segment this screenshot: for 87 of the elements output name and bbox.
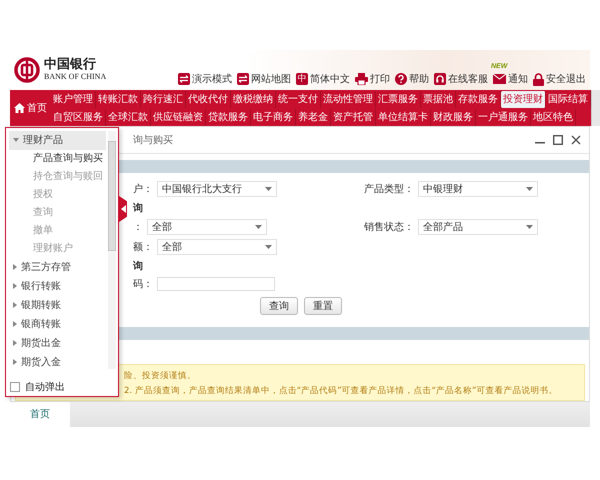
nav-menu-item[interactable]: 自贸区服务	[51, 108, 106, 126]
close-icon[interactable]	[571, 135, 581, 145]
nav-menu-item[interactable]: 资产托管	[331, 108, 376, 126]
triangle-icon	[13, 137, 19, 143]
nav-menu-item[interactable]: 单位结算卡	[376, 108, 431, 126]
language-icon: 中	[296, 73, 308, 85]
home-link[interactable]: 首页	[10, 90, 51, 126]
form-button[interactable]: 查询	[260, 297, 298, 315]
header-link[interactable]: 帮助	[395, 72, 429, 86]
form-button[interactable]: 重置	[304, 297, 342, 315]
nav-menu-item[interactable]: 统一支付	[276, 90, 321, 108]
triangle-icon	[13, 283, 17, 289]
nav-menu-item[interactable]: 财政服务	[431, 108, 476, 126]
nav-menu-item[interactable]: 流动性管理	[321, 90, 376, 108]
nav-menu-item[interactable]: 票据池	[421, 90, 456, 108]
triangle-icon	[13, 264, 17, 270]
input-field[interactable]	[157, 277, 275, 291]
header-link[interactable]: 演示模式	[178, 72, 232, 86]
field-label: 户：	[133, 182, 153, 196]
page-scrollbar[interactable]	[591, 90, 600, 126]
nav-menu-item[interactable]: 贷款服务	[206, 108, 251, 126]
section-label: 询	[133, 260, 143, 273]
nav-menu-item[interactable]: 全球汇款	[106, 108, 151, 126]
nav-menu-item[interactable]: 养老金	[296, 108, 331, 126]
lock-icon	[533, 72, 544, 86]
nav-menu-item[interactable]: 投资理财	[501, 90, 546, 108]
menu-group[interactable]: 银期转账	[9, 296, 106, 315]
section-label: 询	[133, 202, 143, 215]
menu-item[interactable]: 产品查询与购买	[9, 150, 106, 168]
dropdown-field[interactable]: 中银理财	[418, 181, 538, 197]
bank-logo-icon	[14, 57, 40, 83]
menu-group[interactable]: 期货出金	[9, 334, 106, 353]
field-label: 额：	[133, 240, 153, 254]
maximize-icon[interactable]	[553, 135, 563, 145]
menu-group[interactable]: 银行转账	[9, 277, 106, 296]
menu-scrollbar[interactable]	[108, 131, 116, 369]
help-icon	[395, 73, 407, 85]
caret-icon	[526, 187, 533, 191]
notice-text: 险、投资须谨慎。	[124, 370, 197, 382]
header-link[interactable]: 安全退出	[533, 72, 586, 86]
collapse-tab[interactable]	[119, 196, 127, 222]
caret-icon	[265, 245, 272, 249]
dropdown-field[interactable]: 全部产品	[418, 219, 538, 235]
triangle-icon	[13, 321, 17, 327]
breadcrumb: 询与购买	[133, 134, 173, 147]
nav-menu-item[interactable]: 代收代付	[186, 90, 231, 108]
caret-icon	[265, 187, 272, 191]
menu-group[interactable]: 期货入金	[9, 353, 106, 372]
nav-menu-item[interactable]: 一户通服务	[476, 108, 531, 126]
nav-menu-item[interactable]: 跨行速汇	[141, 90, 186, 108]
printer-icon	[355, 73, 368, 85]
header-link[interactable]: 在线客服	[434, 72, 488, 86]
nav-menu-item[interactable]: 供应链融资	[151, 108, 206, 126]
menu-group[interactable]: 第三方存管	[9, 258, 106, 277]
field-label: ：	[133, 221, 143, 234]
menu-group[interactable]: 理财产品	[9, 131, 106, 150]
caret-icon	[255, 225, 262, 229]
nav-menu-item[interactable]: 转账汇款	[96, 90, 141, 108]
field-label: 码：	[133, 278, 153, 291]
bank-name-english: BANK OF CHINA	[44, 72, 106, 82]
nav-menu-item[interactable]: 缴税缴纳	[231, 90, 276, 108]
dropdown-field[interactable]: 全部	[147, 219, 267, 235]
field-label: 产品类型：	[364, 182, 414, 196]
dropdown-field[interactable]: 中国银行北大支行	[157, 181, 277, 197]
notice-text: 2. 产品须查询，产品查询结果清单中，点击“产品代码”可查看产品详情，点击“产品名称”可查看产品说明书。	[124, 385, 558, 397]
triangle-icon	[13, 359, 17, 365]
menu-group[interactable]: 银商转账	[9, 315, 106, 334]
header-link[interactable]: 网站地图	[237, 72, 291, 86]
switch-icon	[178, 73, 190, 85]
bank-name: 中国银行	[44, 58, 97, 73]
auto-popup-checkbox[interactable]: 自动弹出	[10, 380, 65, 394]
envelope-icon	[493, 74, 506, 84]
page-tab[interactable]: 首页	[10, 402, 70, 427]
nav-menu-item[interactable]: 地区特色	[531, 108, 576, 126]
nav-menu-item[interactable]: 汇票服务	[376, 90, 421, 108]
header-link[interactable]: 中 简体中文	[296, 72, 350, 86]
headset-icon	[434, 73, 446, 85]
nav-menu-item[interactable]: 电子商务	[251, 108, 296, 126]
caret-icon	[526, 225, 533, 229]
triangle-icon	[13, 302, 17, 308]
home-icon	[14, 103, 25, 113]
triangle-icon	[13, 340, 17, 346]
switch-icon	[237, 73, 249, 85]
field-label: 销售状态：	[364, 220, 414, 234]
dropdown-field[interactable]: 全部	[157, 239, 277, 255]
header-link[interactable]: 打印	[355, 72, 390, 86]
nav-menu-item[interactable]: 账户管理	[51, 90, 96, 108]
